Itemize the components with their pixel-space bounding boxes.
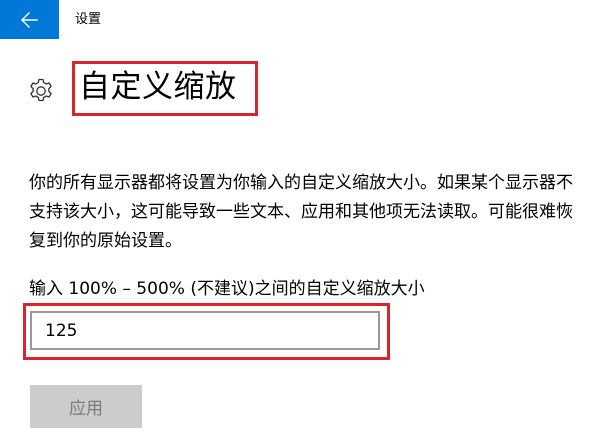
custom-scale-input[interactable] bbox=[30, 311, 380, 350]
page-title: 自定义缩放 bbox=[79, 69, 237, 105]
window-title: 设置 bbox=[75, 12, 102, 27]
back-button[interactable] bbox=[0, 0, 59, 39]
apply-button[interactable]: 应用 bbox=[30, 385, 142, 428]
back-arrow-icon bbox=[20, 11, 38, 28]
scaling-warning-text: 你的所有显示器都将设置为你输入的自定义缩放大小。如果某个显示器不支持该大小，这可… bbox=[29, 173, 573, 251]
gear-icon bbox=[30, 78, 52, 102]
scale-input-label: 输入 100% – 500% (不建议)之间的自定义缩放大小 bbox=[29, 279, 425, 299]
settings-window: 设置 自定义缩放 你的所有显示器都将设置为你输入的自定义缩放大小。如果某个显示器… bbox=[0, 0, 605, 443]
